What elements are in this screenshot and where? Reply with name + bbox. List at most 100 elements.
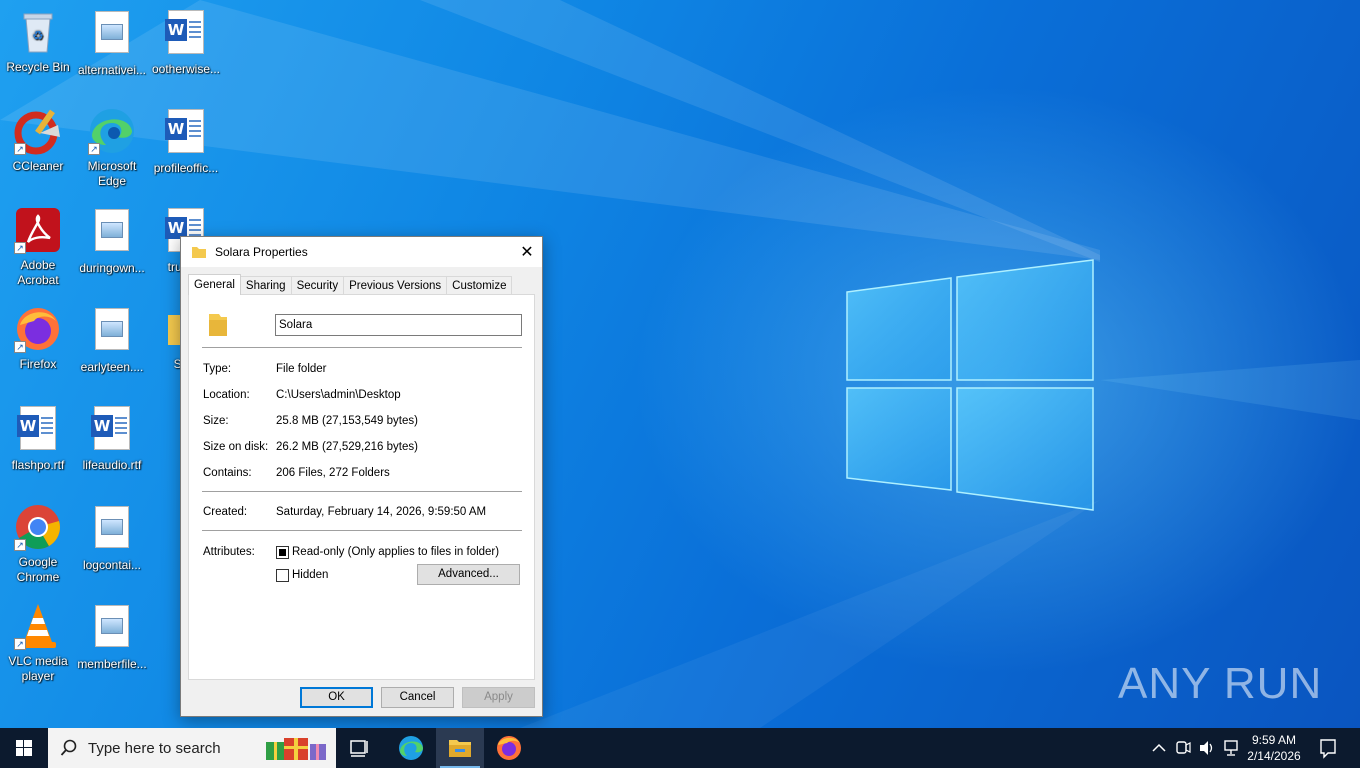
windows-logo-icon (846, 259, 1094, 511)
taskbar-search-box[interactable]: Type here to search (48, 728, 336, 768)
shortcut-arrow-icon: ↗ (14, 143, 26, 155)
folder-name-input[interactable] (275, 314, 522, 336)
desktop-icon-label: CCleaner (12, 159, 64, 173)
taskbar-firefox-button[interactable] (485, 728, 533, 768)
desktop-icon-adobe-acrobat[interactable]: ↗ Adobe Acrobat (0, 206, 76, 288)
search-placeholder: Type here to search (88, 739, 221, 757)
dialog-title: Solara Properties (215, 245, 308, 259)
desktop-icon-recycle-bin[interactable]: ♻ Recycle Bin (0, 8, 76, 75)
desktop-icon-label: memberfile... (77, 657, 147, 671)
cancel-button[interactable]: Cancel (381, 687, 454, 708)
general-tab-panel: Type: File folder Location: C:\Users\adm… (188, 294, 535, 680)
close-button[interactable]: ✕ (512, 237, 542, 267)
anyrun-watermark: ANY RUN (1118, 657, 1322, 709)
shortcut-arrow-icon: ↗ (14, 341, 26, 353)
desktop-icon-label: logcontai... (82, 558, 142, 572)
image-file-icon (95, 506, 129, 548)
hidden-label[interactable]: Hidden (292, 569, 328, 581)
shortcut-arrow-icon: ↗ (14, 242, 26, 254)
shortcut-arrow-icon: ↗ (88, 143, 100, 155)
desktop-icon-google-chrome[interactable]: ↗ Google Chrome (0, 503, 76, 585)
word-document-icon: W (165, 10, 204, 54)
apply-button[interactable]: Apply (462, 687, 535, 708)
image-file-icon (95, 11, 129, 53)
task-view-icon (350, 740, 368, 757)
desktop-icon-label: Microsoft Edge (87, 159, 137, 188)
desktop-icon-logcontai[interactable]: logcontai... (74, 503, 150, 573)
taskbar-file-explorer-button[interactable] (436, 728, 484, 768)
notification-icon[interactable] (1318, 728, 1338, 768)
desktop-icon-label: VLC media player (8, 654, 68, 683)
desktop-icon-label: duringown... (79, 261, 145, 275)
desktop-icon-earlyteen[interactable]: earlyteen.... (74, 305, 150, 375)
taskbar-clock[interactable]: 9:59 AM 2/14/2026 (1240, 732, 1308, 764)
divider (202, 347, 522, 348)
desktop-icon-microsoft-edge[interactable]: ↗ Microsoft Edge (74, 107, 150, 189)
size-on-disk-value: 26.2 MB (27,529,216 bytes) (276, 441, 418, 453)
created-label: Created: (203, 506, 248, 518)
desktop-icon-vlc[interactable]: ↗ VLC media player (0, 602, 76, 684)
type-value: File folder (276, 363, 327, 375)
folder-icon (209, 314, 227, 336)
tab-general[interactable]: General (188, 274, 241, 295)
desktop-icon-label: Adobe Acrobat (17, 258, 59, 287)
dialog-titlebar[interactable]: Solara Properties ✕ (181, 237, 542, 267)
desktop-icon-label: flashpo.rtf (11, 458, 65, 472)
dialog-tabs: General Sharing Security Previous Versio… (188, 274, 513, 295)
word-document-icon: W (165, 109, 204, 153)
chevron-up-icon[interactable] (1150, 728, 1168, 768)
desktop-icon-label: ootherwise... (151, 62, 221, 76)
desktop-icon-label: profileoffic... (153, 161, 219, 175)
desktop-icon-firefox[interactable]: ↗ Firefox (0, 305, 76, 372)
desktop-icon-ootherwise[interactable]: W ootherwise... (148, 8, 224, 77)
tab-sharing[interactable]: Sharing (239, 276, 292, 295)
readonly-checkbox[interactable] (276, 546, 289, 559)
desktop-icon-label: earlyteen.... (80, 360, 144, 374)
image-file-icon (95, 209, 129, 251)
desktop-icon-lifeaudio[interactable]: W lifeaudio.rtf (74, 404, 150, 473)
clock-date: 2/14/2026 (1247, 749, 1301, 763)
desktop-icon-duringown[interactable]: duringown... (74, 206, 150, 276)
attributes-label: Attributes: (203, 546, 255, 558)
advanced-button[interactable]: Advanced... (417, 564, 520, 585)
taskbar-edge-button[interactable] (387, 728, 435, 768)
divider (202, 530, 522, 531)
desktop-icon-profileoffic[interactable]: W profileoffic... (148, 107, 224, 176)
desktop-icon-label: lifeaudio.rtf (82, 458, 142, 472)
desktop-icon-memberfile[interactable]: memberfile... (74, 602, 150, 672)
search-icon (60, 739, 77, 756)
edge-icon (399, 736, 423, 760)
taskbar: Type here to search 9:59 AM 2/14/2026 (0, 728, 1360, 768)
watermark-text: ANY RUN (1118, 659, 1323, 709)
clock-time: 9:59 AM (1251, 733, 1297, 747)
type-label: Type: (203, 363, 232, 375)
shortcut-arrow-icon: ↗ (14, 638, 26, 650)
location-label: Location: (203, 389, 250, 401)
file-explorer-icon (449, 740, 471, 757)
contains-value: 206 Files, 272 Folders (276, 467, 390, 479)
divider (202, 491, 522, 492)
svg-text:♻: ♻ (32, 29, 44, 44)
windows-start-icon (16, 740, 32, 756)
volume-icon[interactable] (1198, 728, 1216, 768)
task-view-button[interactable] (336, 728, 384, 768)
meet-now-icon[interactable] (1174, 728, 1192, 768)
desktop-icon-label: Firefox (19, 357, 57, 371)
desktop-icon-flashpo[interactable]: W flashpo.rtf (0, 404, 76, 473)
readonly-label[interactable]: Read-only (Only applies to files in fold… (292, 546, 499, 558)
image-file-icon (95, 605, 129, 647)
ok-button[interactable]: OK (300, 687, 373, 708)
start-button[interactable] (0, 728, 48, 768)
word-document-icon: W (91, 406, 130, 450)
desktop-icon-alternativei[interactable]: alternativei... (74, 8, 150, 78)
tab-customize[interactable]: Customize (446, 276, 513, 295)
desktop-icon-ccleaner[interactable]: ↗ CCleaner (0, 107, 76, 174)
folder-properties-dialog: Solara Properties ✕ General Sharing Secu… (180, 236, 543, 717)
tab-previous-versions[interactable]: Previous Versions (343, 276, 448, 295)
shortcut-arrow-icon: ↗ (14, 539, 26, 551)
tab-security[interactable]: Security (290, 276, 345, 295)
gifts-icon (266, 738, 326, 760)
hidden-checkbox[interactable] (276, 569, 289, 582)
word-document-icon: W (17, 406, 56, 450)
network-icon[interactable] (1222, 728, 1240, 768)
